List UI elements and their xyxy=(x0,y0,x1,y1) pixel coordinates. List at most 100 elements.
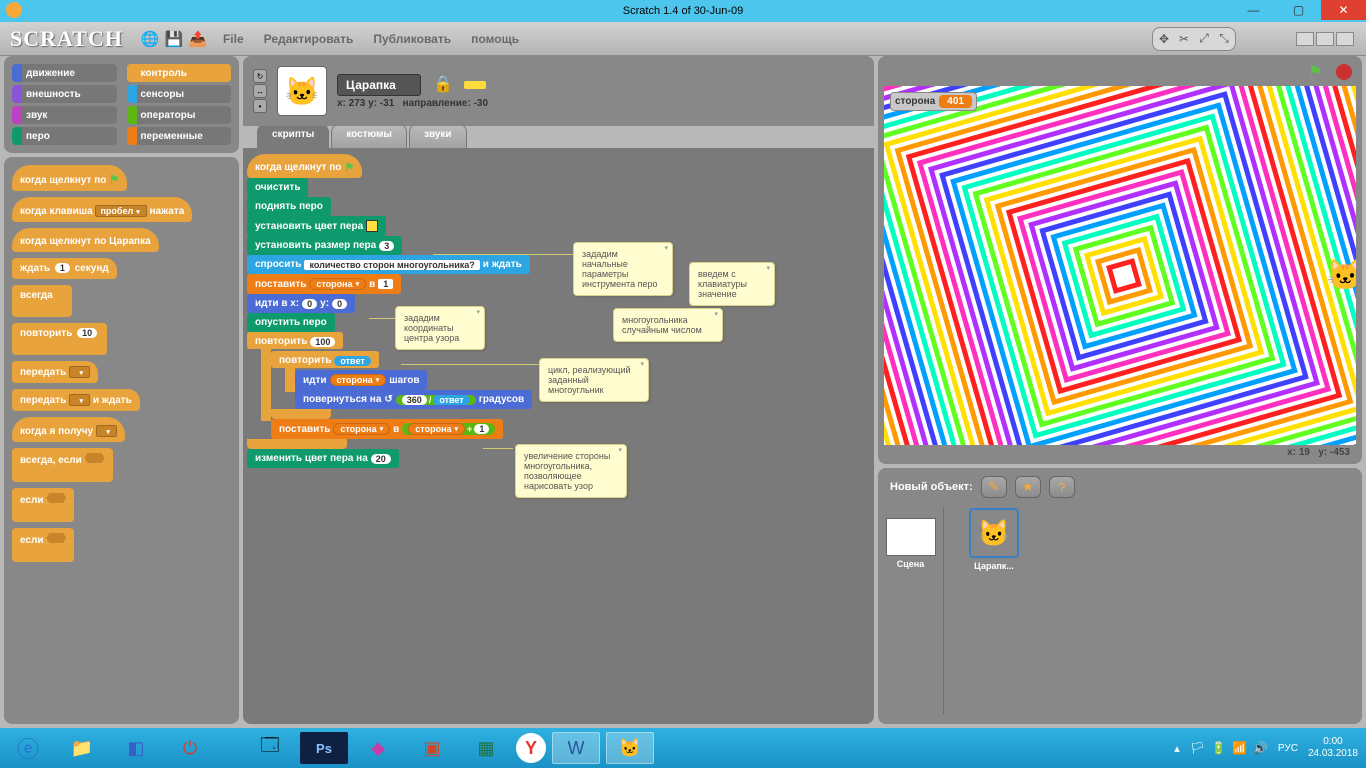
layout-default-button[interactable] xyxy=(1316,32,1334,46)
stamp-tool-icon[interactable]: ✥ xyxy=(1155,30,1173,48)
block-set-var-plus-one[interactable]: поставить сторона в сторона + 1 xyxy=(271,419,503,439)
tray-language[interactable]: РУС xyxy=(1278,743,1298,754)
window-maximize-button[interactable]: ▢ xyxy=(1276,0,1321,20)
rotate-lr-button[interactable]: ↔ xyxy=(253,84,267,98)
palette-when-key-block[interactable]: когда клавиша пробел нажата xyxy=(12,197,192,222)
palette-if2-block[interactable]: если xyxy=(12,528,74,562)
tray-clock[interactable]: 0:00 24.03.2018 xyxy=(1308,736,1358,760)
tb-yandex-icon[interactable]: Y xyxy=(516,733,546,763)
save-icon[interactable]: 💾 xyxy=(165,30,183,48)
new-paint-button[interactable]: ✎ xyxy=(981,476,1007,498)
layout-small-button[interactable] xyxy=(1296,32,1314,46)
palette-broadcast-wait-block[interactable]: передать и ждать xyxy=(12,389,140,411)
block-pen-down[interactable]: опустить перо xyxy=(247,313,335,332)
block-set-pen-size[interactable]: установить размер пера 3 xyxy=(247,236,402,255)
block-palette[interactable]: когда щелкнут по ⚑ когда клавиша пробел … xyxy=(4,157,239,724)
comment-center[interactable]: зададим координаты центра узора xyxy=(395,306,485,350)
tray-volume-icon[interactable]: 🔊 xyxy=(1253,741,1268,755)
tb-app2-icon[interactable]: ◆ xyxy=(354,732,402,764)
main-script-stack[interactable]: когда щелкнут по ⚑ очистить поднять перо… xyxy=(247,154,532,468)
grow-tool-icon[interactable]: ⤢ xyxy=(1195,30,1213,48)
language-icon[interactable]: 🌐 xyxy=(141,30,159,48)
category-motion[interactable]: движение xyxy=(12,64,117,82)
block-when-flag[interactable]: когда щелкнут по ⚑ xyxy=(247,154,362,178)
comment-loop[interactable]: цикл, реализующий заданный многоугльник xyxy=(539,358,649,402)
block-ask[interactable]: спросить количество сторон многоугольник… xyxy=(247,255,530,274)
new-surprise-button[interactable]: ? xyxy=(1049,476,1075,498)
block-change-pen-color[interactable]: изменить цвет пера на 20 xyxy=(247,449,399,468)
scripts-area[interactable]: когда щелкнут по ⚑ очистить поднять перо… xyxy=(243,148,874,724)
category-looks[interactable]: внешность xyxy=(12,85,117,103)
palette-forever-if-block[interactable]: всегда, если xyxy=(12,448,113,482)
menu-help[interactable]: помощь xyxy=(467,28,523,50)
category-sound[interactable]: звук xyxy=(12,106,117,124)
stage[interactable]: сторона 401 🐱 xyxy=(884,86,1356,445)
tb-ie-icon[interactable]: ⓔ xyxy=(4,732,52,764)
tb-photoshop-icon[interactable]: Ps xyxy=(300,732,348,764)
palette-wait-block[interactable]: ждать 1 секунд xyxy=(12,258,117,279)
palette-if-block[interactable]: если xyxy=(12,488,74,522)
window-minimize-button[interactable]: — xyxy=(1231,0,1276,20)
shrink-tool-icon[interactable]: ⤡ xyxy=(1215,30,1233,48)
palette-repeat-block[interactable]: повторить 10 xyxy=(12,323,107,355)
sprite-list-item[interactable]: 🐱 Царапк... xyxy=(966,508,1022,714)
tb-power-icon[interactable]: ⏻ xyxy=(166,732,214,764)
menu-file[interactable]: File xyxy=(219,28,248,50)
category-pen[interactable]: перо xyxy=(12,127,117,145)
palette-forever-block[interactable]: всегда xyxy=(12,285,72,317)
comment-random[interactable]: многоугольника случайным числом xyxy=(613,308,723,342)
cut-tool-icon[interactable]: ✂ xyxy=(1175,30,1193,48)
tab-costumes[interactable]: костюмы xyxy=(331,124,407,148)
tb-powerpoint-icon[interactable]: ▣ xyxy=(408,732,456,764)
block-set-var[interactable]: поставить сторона в 1 xyxy=(247,274,401,294)
tb-word-icon[interactable]: W xyxy=(552,732,600,764)
comment-grow[interactable]: увеличение стороны многоугольника, позво… xyxy=(515,444,627,498)
category-operators[interactable]: операторы xyxy=(127,106,232,124)
tb-window-icon[interactable]: 🗔 xyxy=(246,732,294,764)
block-pen-up[interactable]: поднять перо xyxy=(247,197,331,216)
tray-battery-icon[interactable]: 🔋 xyxy=(1211,741,1226,755)
menu-edit[interactable]: Редактировать xyxy=(260,28,358,50)
block-goto-xy[interactable]: идти в x: 0 y: 0 xyxy=(247,294,355,313)
comment-pen-params[interactable]: зададим начальные параметры инструмента … xyxy=(573,242,673,296)
menu-share[interactable]: Публиковать xyxy=(369,28,455,50)
block-repeat-inner[interactable]: повторить ответ xyxy=(271,351,379,368)
tab-sounds[interactable]: звуки xyxy=(409,124,467,148)
comment-input[interactable]: введем с клавиатуры значение xyxy=(689,262,775,306)
upload-icon[interactable]: 📤 xyxy=(189,30,207,48)
tb-excel-icon[interactable]: ▦ xyxy=(462,732,510,764)
export-icon[interactable] xyxy=(464,81,486,89)
palette-when-clicked-block[interactable]: когда щелкнут по Царапка xyxy=(12,228,159,252)
stop-button[interactable] xyxy=(1336,64,1352,80)
category-variables[interactable]: переменные xyxy=(127,127,232,145)
tb-explorer-icon[interactable]: 📁 xyxy=(58,732,106,764)
block-move-steps[interactable]: идти сторона шагов xyxy=(295,370,427,390)
palette-when-receive-block[interactable]: когда я получу xyxy=(12,417,125,442)
block-turn[interactable]: повернуться на ↺ 360/ответ градусов xyxy=(295,390,532,409)
rotate-none-button[interactable]: • xyxy=(253,99,267,113)
tb-app1-icon[interactable]: ◧ xyxy=(112,732,160,764)
rotate-free-button[interactable]: ↻ xyxy=(253,69,267,83)
category-control[interactable]: контроль xyxy=(127,64,232,82)
layout-present-button[interactable] xyxy=(1336,32,1354,46)
block-clear[interactable]: очистить xyxy=(247,178,308,197)
tray-show-hidden-icon[interactable]: ▴ xyxy=(1174,742,1180,755)
palette-when-flag-block[interactable]: когда щелкнут по ⚑ xyxy=(12,165,127,191)
lock-icon[interactable]: 🔒 xyxy=(433,76,453,93)
tab-scripts[interactable]: скрипты xyxy=(257,124,329,148)
tray-flag-icon[interactable]: 🏳 xyxy=(1190,741,1205,755)
stage-sprite-icon[interactable]: 🐱 xyxy=(1327,258,1356,293)
green-flag-button[interactable]: ⚑ xyxy=(1308,62,1328,82)
stage-variable-monitor[interactable]: сторона 401 xyxy=(890,92,977,111)
tb-scratch-icon[interactable]: 🐱 xyxy=(606,732,654,764)
tray-network-icon[interactable]: 📶 xyxy=(1232,741,1247,755)
sprite-thumbnail[interactable]: 🐱 xyxy=(277,66,327,116)
category-sensing[interactable]: сенсоры xyxy=(127,85,232,103)
block-set-pen-color[interactable]: установить цвет пера xyxy=(247,216,386,236)
block-repeat-outer[interactable]: повторить 100 xyxy=(247,332,343,349)
new-import-button[interactable]: ★ xyxy=(1015,476,1041,498)
window-close-button[interactable]: ✕ xyxy=(1321,0,1366,20)
stage-thumbnail[interactable]: Сцена xyxy=(888,508,944,714)
palette-broadcast-block[interactable]: передать xyxy=(12,361,98,383)
sprite-name-field[interactable]: Царапка xyxy=(337,74,421,96)
